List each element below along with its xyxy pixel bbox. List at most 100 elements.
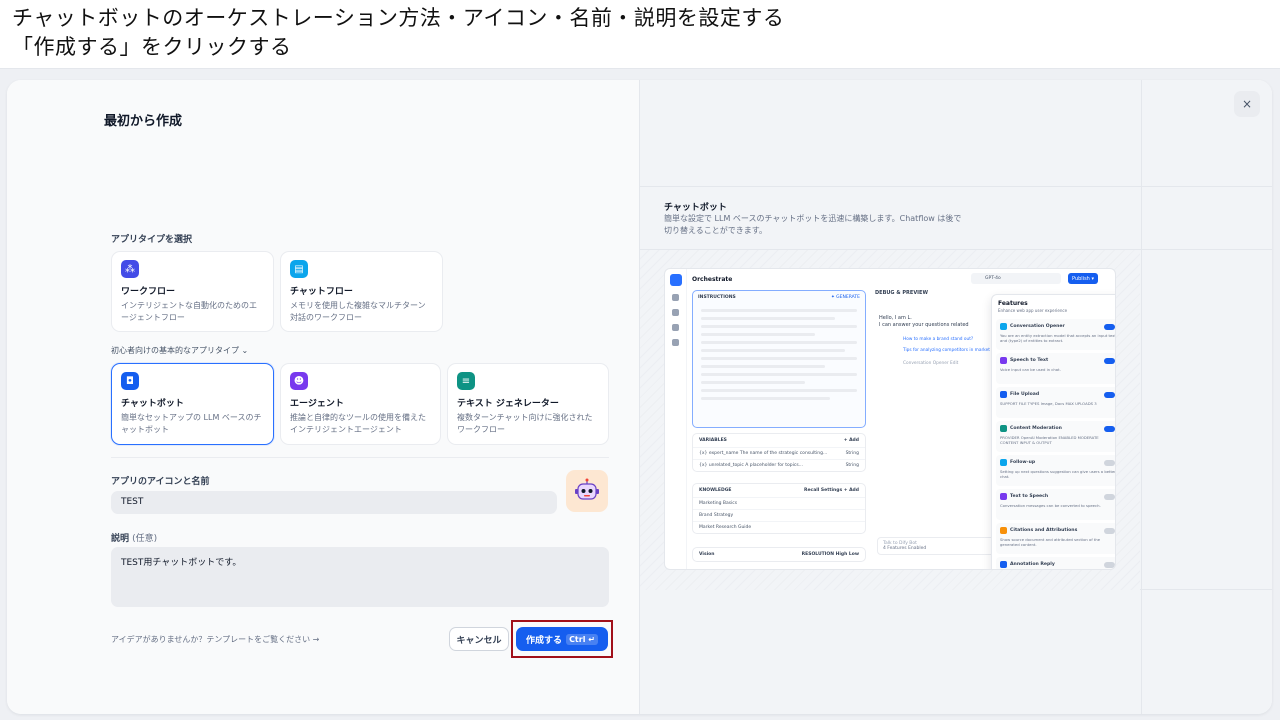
mock-feature: Content Moderation PROVIDER OpenAI Modera… <box>996 421 1115 452</box>
mock-high: High <box>835 552 848 557</box>
mock-add: + Add <box>843 438 859 443</box>
mock-add: + Add <box>843 488 859 493</box>
mock-model-select: GPT-4o <box>971 273 1061 284</box>
mock-var-type: String <box>845 463 859 468</box>
text-generator-icon: ≡ <box>457 372 475 390</box>
close-button[interactable]: × <box>1234 91 1260 117</box>
mock-generate: ✦ GENERATE <box>830 295 860 300</box>
mock-opener-note: Conversation Opener Edit <box>903 361 959 366</box>
mock-header: Orchestrate <box>692 276 733 283</box>
chatflow-icon: ▤ <box>290 260 308 278</box>
mock-var-desc: The name of the strategic consulting... <box>739 451 828 456</box>
type-card-desc: メモリを使用した複雑なマルチターン対話のワークフロー <box>290 301 426 322</box>
app-icon-picker[interactable] <box>566 470 608 512</box>
mock-feature: Annotation Reply <box>996 557 1115 569</box>
mock-feature-desc: Conversation messages can be converted t… <box>1000 503 1101 508</box>
mock-feature: Follow-up Setting up next questions sugge… <box>996 455 1116 486</box>
beginner-types-label: 初心者向けの基本的なアプリタイプ <box>111 346 239 355</box>
mock-debug-label: DEBUG & PREVIEW <box>875 290 928 296</box>
mock-variables-label: VARIABLES <box>699 438 727 443</box>
type-card-text-generator[interactable]: ≡ テキスト ジェネレーター 複数ターンチャット向けに強化されたワークフロー <box>447 363 609 445</box>
mock-hello: Hello, I am L. <box>879 315 912 321</box>
mock-knowledge-label: KNOWLEDGE <box>699 488 732 493</box>
mock-var-desc: A placeholder for topics... <box>745 463 803 468</box>
click-highlight-box <box>511 620 613 658</box>
type-card-desc: 推論と自律的なツールの使用を備えたインテリジェントエージェント <box>290 413 426 434</box>
mock-knowledge: KNOWLEDGE Recall Settings + Add Marketing… <box>692 483 866 534</box>
mock-feature-name: Follow-up <box>1010 460 1036 465</box>
nav-icon <box>672 309 679 316</box>
slide-instruction: チャットボットのオーケストレーション方法・アイコン・名前・説明を設定する 「作成… <box>12 4 784 62</box>
mock-answer: I can answer your questions related <box>879 322 969 328</box>
type-card-chatbot[interactable]: ◘ チャットボット 簡単なセットアップの LLM ベースのチャットボット <box>111 363 274 445</box>
nav-icon <box>672 324 679 331</box>
slide-instruction-line-1: チャットボットのオーケストレーション方法・アイコン・名前・説明を設定する <box>12 6 785 30</box>
type-card-title: テキスト ジェネレーター <box>457 399 559 409</box>
mock-var-name: {x} expert_name <box>699 451 739 456</box>
mock-var-name: {x} unrelated_topic <box>699 463 744 468</box>
mock-feature-desc: You are an entity extraction model that … <box>1000 333 1116 343</box>
mock-feature: File Upload SUPPORT FILE TYPES Image, Doc… <box>996 387 1115 418</box>
form-divider <box>111 457 609 458</box>
mock-feature-desc: Show source document and attributed sect… <box>1000 537 1101 547</box>
mock-features-enabled: 4 Features Enabled <box>883 546 927 551</box>
mock-feature-name: Citations and Attributions <box>1010 528 1078 533</box>
mock-suggestion: How to make a brand stand out? <box>903 337 974 342</box>
type-card-desc: 簡単なセットアップの LLM ベースのチャットボット <box>121 413 262 434</box>
robot-icon <box>575 478 599 500</box>
mock-var-type: String <box>845 451 859 456</box>
template-link[interactable]: アイデアがありませんか？テンプレートをご覧ください → <box>111 634 319 645</box>
mock-feature-name: Conversation Opener <box>1010 324 1065 329</box>
mock-kb-item: Market Research Guide <box>699 525 752 530</box>
nav-icon <box>672 339 679 346</box>
mock-publish: Publish ▾ <box>1068 273 1098 284</box>
type-card-desc: インテリジェントな自動化のためのエージェントフロー <box>121 301 257 322</box>
type-card-desc: 複数ターンチャット向けに強化されたワークフロー <box>457 413 593 434</box>
mock-feature-desc: PROVIDER OpenAI Moderation ENABLED MODER… <box>1000 435 1099 445</box>
nav-icon <box>672 294 679 301</box>
mock-feature-name: File Upload <box>1010 392 1040 397</box>
type-card-agent[interactable]: ☻ エージェント 推論と自律的なツールの使用を備えたインテリジェントエージェント <box>280 363 441 445</box>
grid-line <box>1141 80 1142 714</box>
chevron-down-icon: ⌄ <box>241 346 249 355</box>
preview-description: 簡単な設定で LLM ベースのチャットボットを迅速に構築します。Chatflow… <box>664 214 962 235</box>
mock-resolution: RESOLUTION <box>801 552 834 557</box>
mock-suggestion: Tips for analyzing competitors in market <box>903 348 990 353</box>
workflow-icon: ⁂ <box>121 260 139 278</box>
mock-features-sub: Enhance web app user experience <box>998 308 1068 313</box>
app-type-label: アプリタイプを選択 <box>111 235 193 245</box>
slide-instruction-line-2: 「作成する」をクリックする <box>12 35 292 59</box>
mock-feature-name: Speech to Text <box>1010 358 1049 363</box>
close-icon: × <box>1241 97 1253 111</box>
icon-name-label: アプリのアイコンと名前 <box>111 477 210 487</box>
description-textarea[interactable]: TEST用チャットボットです。 <box>111 547 609 607</box>
mock-instructions-label: INSTRUCTIONS <box>698 295 736 300</box>
cancel-button[interactable]: キャンセル <box>449 627 509 651</box>
chatbot-icon: ◘ <box>121 372 139 390</box>
mock-chat-input: Talk to Dify Bot 4 Features Enabled <box>877 537 997 555</box>
type-card-workflow[interactable]: ⁂ ワークフロー インテリジェントな自動化のためのエージェントフロー <box>111 251 274 332</box>
preview-title: チャットボット <box>664 203 727 213</box>
mock-feature-name: Content Moderation <box>1010 426 1062 431</box>
description-label-text: 説明 <box>111 534 130 544</box>
description-label: 説明 (任意) <box>111 531 157 544</box>
mock-feature-desc: Setting up next questions suggestion can… <box>1000 469 1116 479</box>
type-card-title: チャットボット <box>121 399 184 409</box>
bot-logo-icon <box>670 274 682 286</box>
optional-tag: (任意) <box>132 534 158 544</box>
beginner-types-toggle[interactable]: 初心者向けの基本的なアプリタイプ ⌄ <box>111 345 248 356</box>
type-card-chatflow[interactable]: ▤ チャットフロー メモリを使用した複雑なマルチターン対話のワークフロー <box>280 251 443 332</box>
mock-sidebar <box>665 269 687 569</box>
app-name-input[interactable]: TEST <box>111 491 557 514</box>
mock-feature: Conversation Opener You are an entity ext… <box>996 319 1116 350</box>
mock-feature-name: Text to Speech <box>1010 494 1049 499</box>
type-card-title: チャットフロー <box>290 287 353 297</box>
mock-recall: Recall Settings <box>804 488 843 493</box>
mock-chat: Hello, I am L. I can answer your questio… <box>879 315 999 329</box>
mock-low: Low <box>848 552 859 557</box>
agent-icon: ☻ <box>290 372 308 390</box>
mock-kb-item: Brand Strategy <box>699 513 734 518</box>
mock-feature: Citations and Attributions Show source do… <box>996 523 1115 554</box>
mock-features-title: Features <box>998 300 1028 307</box>
mock-feature: Text to Speech Conversation messages can … <box>996 489 1115 520</box>
